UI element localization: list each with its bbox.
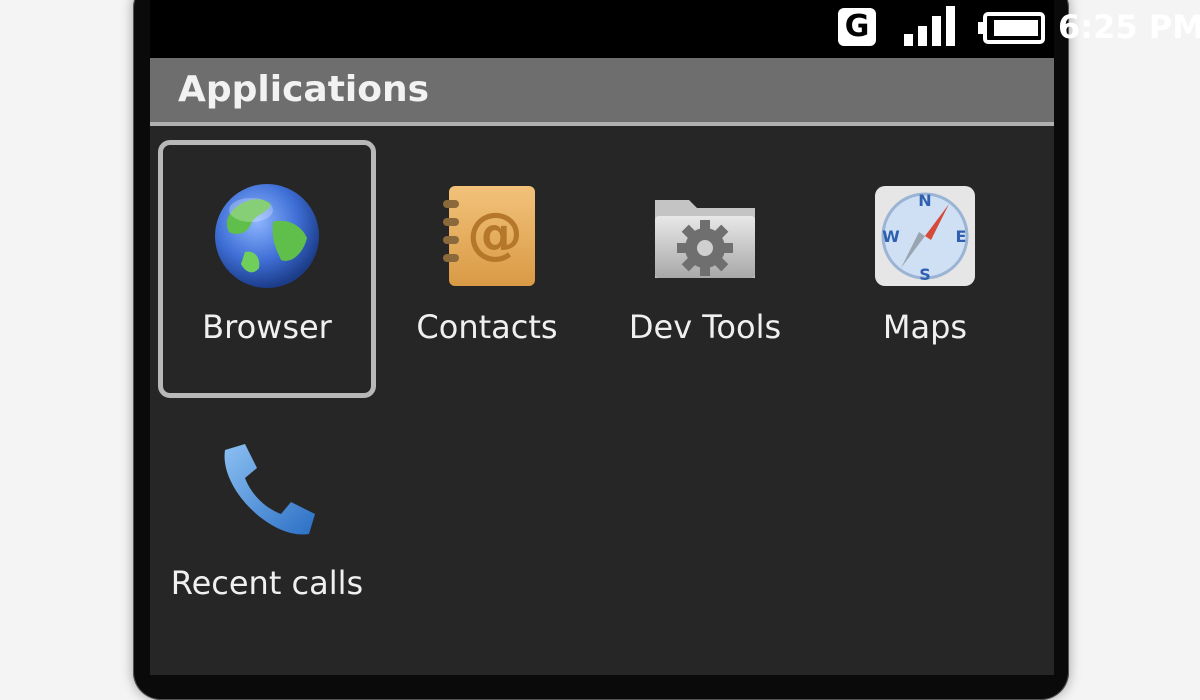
svg-text:@: @: [467, 201, 523, 266]
app-maps[interactable]: N S W E Maps: [816, 140, 1034, 398]
network-type-indicator: G: [838, 8, 876, 46]
globe-icon: [215, 184, 319, 288]
page-title: Applications: [178, 69, 430, 110]
address-book-icon: @: [443, 186, 535, 286]
svg-text:S: S: [919, 265, 931, 284]
phone-icon: [224, 444, 315, 535]
compass-icon: N S W E: [875, 186, 975, 286]
app-drawer: Applications Browser @ Contacts Dev Tool…: [150, 58, 1054, 675]
app-contacts[interactable]: @ Contacts: [378, 140, 596, 398]
app-recent-calls[interactable]: Recent calls: [158, 396, 376, 654]
signal-bars-icon: [904, 6, 955, 46]
app-dev-tools[interactable]: Dev Tools: [596, 140, 814, 398]
svg-text:W: W: [882, 227, 900, 246]
svg-text:E: E: [956, 227, 967, 246]
battery-icon: [978, 12, 1045, 44]
app-label: Recent calls: [170, 564, 364, 602]
settings-folder-icon: [655, 200, 755, 278]
app-label: Contacts: [416, 308, 558, 346]
app-label: Maps: [882, 308, 968, 346]
status-time: 6:25 PM: [1058, 8, 1200, 46]
status-bar: G 6:25 PM: [150, 0, 1200, 58]
app-browser[interactable]: Browser: [158, 140, 376, 398]
app-label: Browser: [202, 308, 332, 346]
app-label: Dev Tools: [628, 308, 782, 346]
title-bar: Applications: [150, 58, 1054, 126]
svg-text:N: N: [918, 191, 931, 210]
